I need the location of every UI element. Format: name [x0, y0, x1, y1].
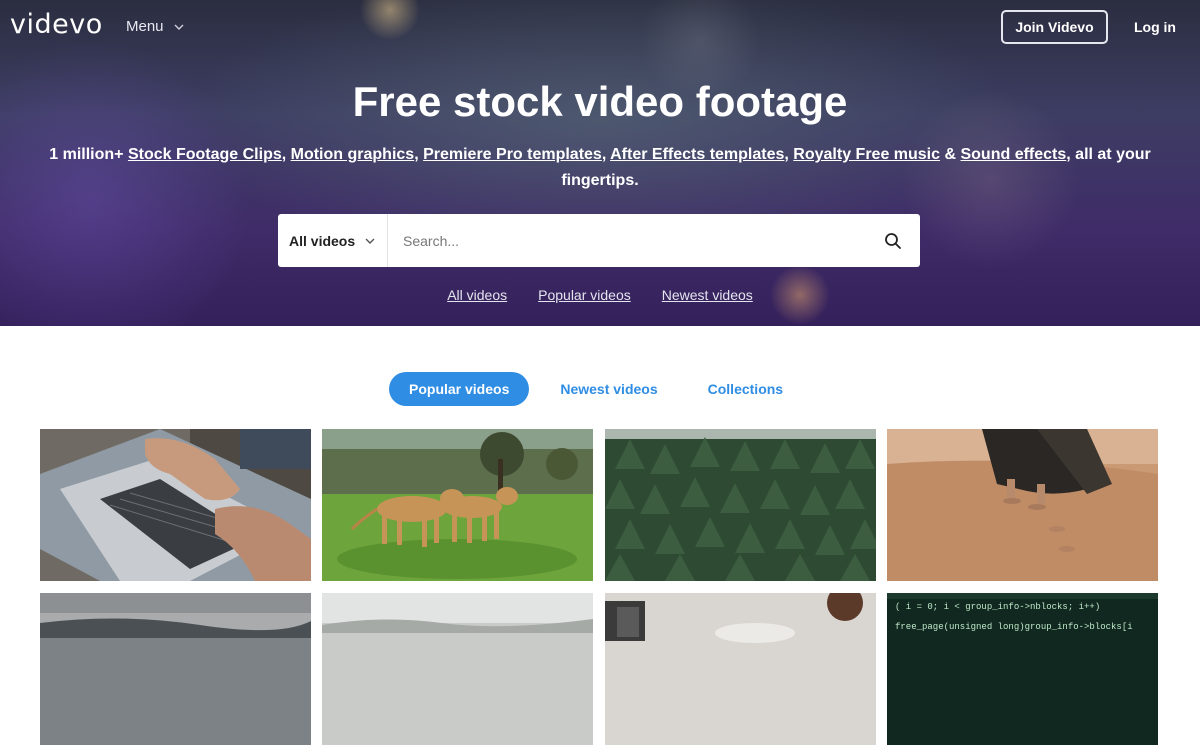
page-title: Free stock video footage [352, 78, 848, 125]
join-button[interactable]: Join Videvo [1001, 10, 1108, 44]
tab-newest-videos[interactable]: Newest videos [540, 372, 677, 406]
link-after-effects-templates[interactable]: After Effects templates [610, 146, 784, 163]
separator: , [414, 146, 424, 163]
tab-popular-videos[interactable]: Popular videos [389, 372, 530, 406]
hero-banner: videvo Menu Join Videvo Log in Free stoc… [0, 0, 1200, 326]
separator: , [281, 146, 291, 163]
quick-link-all-videos[interactable]: All videos [447, 287, 507, 303]
desert-walk-image [887, 429, 1158, 581]
link-sound-effects[interactable]: Sound effects [960, 146, 1066, 163]
menu-dropdown[interactable]: Menu [126, 18, 184, 35]
menu-label: Menu [126, 18, 164, 35]
video-thumbnail-laptop[interactable] [40, 429, 311, 581]
search-button[interactable] [866, 214, 920, 267]
chevron-down-icon [174, 24, 184, 30]
misty-field-image [322, 593, 593, 745]
laptop-typing-image [40, 429, 311, 581]
hero-subtitle: 1 million+ Stock Footage Clips, Motion g… [30, 142, 1170, 194]
coffee-table-image [605, 593, 876, 745]
code-line-2: free_page(unsigned long)group_info->bloc… [895, 622, 1133, 632]
separator: & [940, 146, 961, 163]
link-stock-footage-clips[interactable]: Stock Footage Clips [128, 146, 282, 163]
videvo-logo[interactable]: videvo [10, 9, 103, 40]
search-icon [885, 232, 901, 249]
subtitle-prefix: 1 million+ [49, 146, 128, 163]
chevron-down-icon [365, 238, 375, 244]
code-line-1: ( i = 0; i < group_info->nblocks; i++) [895, 602, 1100, 612]
quick-link-newest-videos[interactable]: Newest videos [662, 287, 753, 303]
login-link[interactable]: Log in [1134, 19, 1176, 35]
search-input[interactable] [388, 214, 866, 267]
video-thumbnail-coffee[interactable] [605, 593, 876, 745]
video-thumbnail-field[interactable] [322, 593, 593, 745]
lionesses-image [322, 429, 593, 581]
search-category-label: All videos [289, 232, 356, 249]
video-thumbnail-desert[interactable] [887, 429, 1158, 581]
tab-collections[interactable]: Collections [688, 372, 803, 406]
link-premiere-pro-templates[interactable]: Premiere Pro templates [423, 146, 602, 163]
video-tabs: Popular videos Newest videos Collections [389, 372, 803, 406]
quick-link-popular-videos[interactable]: Popular videos [538, 287, 631, 303]
top-navigation: videvo Menu Join Videvo Log in [0, 0, 1200, 56]
separator: , [784, 146, 794, 163]
video-thumbnail-lionesses[interactable] [322, 429, 593, 581]
separator: , [601, 146, 611, 163]
search-bar: All videos [278, 214, 920, 267]
code-screen-image: ( i = 0; i < group_info->nblocks; i++) f… [887, 593, 1158, 745]
quick-links: All videos Popular videos Newest videos [0, 287, 1200, 303]
cloudy-lake-image [40, 593, 311, 745]
pine-forest-image [605, 429, 876, 581]
video-thumbnail-code[interactable]: ( i = 0; i < group_info->nblocks; i++) f… [887, 593, 1158, 745]
search-category-select[interactable]: All videos [278, 214, 388, 267]
video-thumbnail-forest[interactable] [605, 429, 876, 581]
link-royalty-free-music[interactable]: Royalty Free music [793, 146, 940, 163]
video-thumbnail-lake[interactable] [40, 593, 311, 745]
link-motion-graphics[interactable]: Motion graphics [291, 146, 415, 163]
